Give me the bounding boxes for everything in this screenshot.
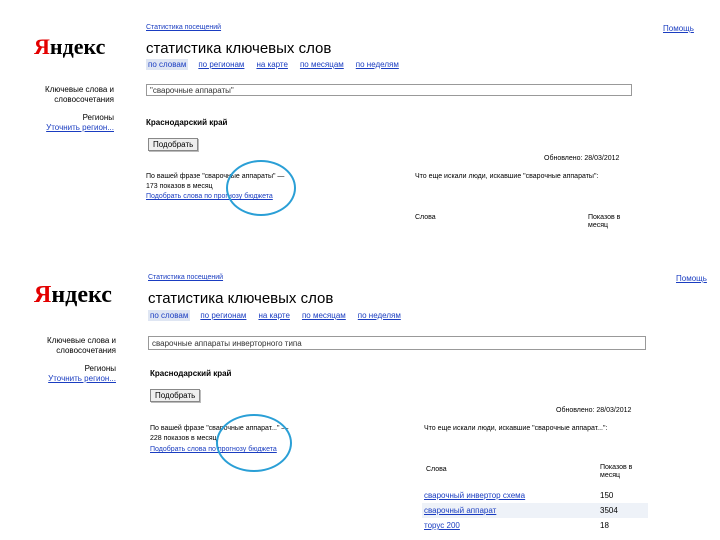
top-panel: Статистика посещений Помощь Яндекс стати…	[0, 0, 720, 260]
specify-region-link[interactable]: Уточнить регион...	[20, 123, 114, 133]
logo-rest: ндекс	[49, 34, 106, 59]
related-words-table: сварочный инвертор схема 150 сварочный а…	[422, 488, 648, 533]
tab-on-map[interactable]: на карте	[254, 59, 290, 70]
col-words-header: Слова	[415, 214, 436, 221]
tabs: по словам по регионам на карте по месяца…	[148, 310, 403, 321]
highlight-circle	[216, 414, 292, 472]
side-keywords-label: Ключевые слова и словосочетания	[47, 336, 116, 355]
specify-region-link[interactable]: Уточнить регион...	[20, 374, 116, 384]
side-regions-label: Регионы	[82, 113, 114, 122]
tab-by-weeks[interactable]: по неделям	[356, 310, 403, 321]
tab-by-words[interactable]: по словам	[146, 59, 189, 70]
logo-letter: Я	[34, 282, 52, 308]
updated-date: Обновлено: 28/03/2012	[556, 407, 632, 414]
updated-date: Обновлено: 28/03/2012	[544, 155, 620, 162]
help-link[interactable]: Помощь	[663, 24, 694, 33]
row-count: 18	[600, 521, 609, 530]
col-words-header: Слова	[426, 466, 447, 473]
search-input[interactable]: сварочные аппараты инверторного типа	[148, 336, 646, 350]
logo-letter: Я	[34, 34, 50, 59]
logo-rest: ндекс	[51, 282, 112, 308]
table-row: торус 200 18	[422, 518, 648, 533]
submit-button[interactable]: Подобрать	[148, 138, 199, 151]
submit-button[interactable]: Подобрать	[150, 389, 201, 402]
row-count: 3504	[598, 503, 648, 518]
side-keywords-label: Ключевые слова и словосочетания	[45, 85, 114, 104]
tab-by-weeks[interactable]: по неделям	[354, 59, 401, 70]
col-shows-header: Показов в месяц	[600, 464, 633, 479]
related-word-link[interactable]: сварочный инвертор схема	[422, 488, 598, 503]
bottom-panel: Статистика посещений Помощь Яндекс стати…	[0, 262, 720, 540]
tab-by-months[interactable]: по месяцам	[298, 59, 346, 70]
breadcrumb[interactable]: Статистика посещений	[146, 24, 221, 31]
related-word-link[interactable]: торус 200	[422, 518, 598, 533]
breadcrumb[interactable]: Статистика посещений	[148, 274, 223, 281]
yandex-logo[interactable]: Яндекс	[34, 282, 112, 309]
tab-by-regions[interactable]: по регионам	[196, 59, 246, 70]
related-title: Что еще искали люди, искавшие "сварочные…	[415, 173, 599, 180]
related-title: Что еще искали люди, искавшие "сварочные…	[424, 425, 608, 432]
page-title: статистика ключевых слов	[146, 40, 332, 57]
yandex-logo[interactable]: Яндекс	[34, 34, 105, 60]
col-shows-header: Показов в месяц	[588, 214, 621, 229]
search-input[interactable]: "сварочные аппараты"	[146, 84, 632, 96]
region-name: Краснодарский край	[150, 369, 232, 378]
tabs: по словам по регионам на карте по месяца…	[146, 59, 401, 70]
help-link[interactable]: Помощь	[676, 274, 707, 283]
tab-by-regions[interactable]: по регионам	[198, 310, 248, 321]
page-title: статистика ключевых слов	[148, 290, 334, 307]
highlight-circle	[226, 160, 296, 216]
tab-by-words[interactable]: по словам	[148, 310, 191, 321]
region-name: Краснодарский край	[146, 118, 228, 127]
table-row: сварочный аппарат 3504	[422, 503, 648, 518]
side-regions-label: Регионы	[84, 364, 116, 373]
tab-on-map[interactable]: на карте	[256, 310, 292, 321]
row-count: 150	[600, 491, 614, 500]
table-row: сварочный инвертор схема 150	[422, 488, 648, 503]
tab-by-months[interactable]: по месяцам	[300, 310, 348, 321]
related-word-link[interactable]: сварочный аппарат	[422, 503, 598, 518]
